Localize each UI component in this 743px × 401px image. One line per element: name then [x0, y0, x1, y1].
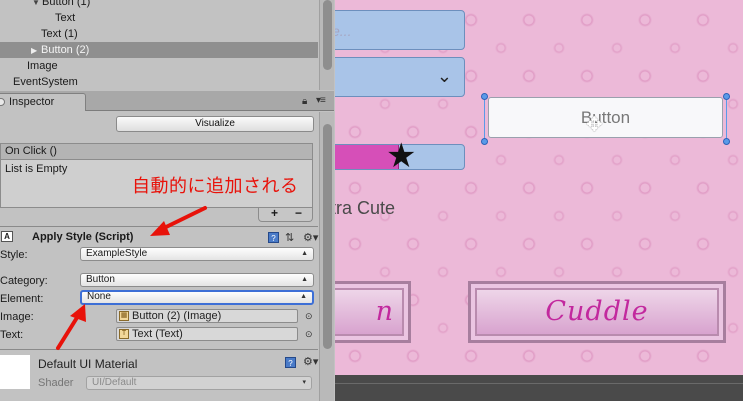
dropdown-arrow-icon: ▲ — [301, 276, 308, 283]
scene-bottom-bar — [335, 375, 743, 401]
gear-icon[interactable]: ⚙▾ — [303, 355, 318, 368]
list-add-remove: + − — [258, 206, 313, 222]
scene-input-field[interactable]: e... — [335, 10, 465, 50]
style-dropdown[interactable]: ExampleStyle ▲ — [80, 247, 314, 261]
inspector-scrollbar-thumb[interactable] — [323, 124, 332, 349]
shader-label: Shader — [38, 377, 74, 389]
info-icon — [0, 98, 5, 106]
style-label: Style: — [0, 249, 28, 261]
resize-handle-bottom-right[interactable] — [723, 138, 730, 145]
tab-menu-icon[interactable]: ▾≡ — [316, 95, 326, 106]
collapse-arrow-icon[interactable]: ▶ — [31, 43, 41, 59]
dropdown-arrow-icon: ▲ — [301, 250, 308, 257]
selection-outline-right — [726, 97, 727, 141]
hierarchy-item-eventsystem[interactable]: EventSystem — [0, 74, 318, 90]
move-cursor-icon: ✥ — [586, 114, 603, 136]
input-placeholder-text: e... — [335, 23, 352, 39]
element-label: Element: — [0, 293, 44, 305]
resize-handle-top-left[interactable] — [481, 93, 488, 100]
inspector-tabbar: Inspector 🔒︎ ▾≡ — [0, 91, 334, 111]
resize-handle-bottom-left[interactable] — [481, 138, 488, 145]
lock-icon[interactable]: 🔒︎ — [302, 96, 307, 107]
material-name: Default UI Material — [38, 357, 138, 371]
material-divider — [0, 349, 318, 350]
component-title: Apply Style (Script) — [32, 231, 134, 243]
material-preview — [0, 355, 30, 389]
text-component-icon: T — [119, 329, 129, 339]
hierarchy-item-button-2[interactable]: ▶ Button (2) — [0, 42, 318, 58]
scene-dropdown[interactable]: ⌄ — [335, 57, 465, 97]
cute-button-label: n — [375, 296, 394, 327]
annotation-text: 自動的に追加される — [132, 176, 299, 196]
help-icon[interactable]: ? — [268, 232, 279, 243]
editor-left-panel: ▼ Button (1) Text Text (1) ▶ Button (2) Im… — [0, 0, 334, 401]
visualize-button[interactable]: Visualize — [116, 116, 314, 132]
text-label: Text: — [0, 329, 24, 341]
image-label: Image: — [0, 311, 34, 323]
scene-cute-button-left[interactable]: n — [335, 281, 411, 343]
object-picker-icon[interactable]: ⊙ — [305, 329, 313, 340]
preset-icon[interactable]: ⇅ — [285, 231, 294, 244]
unity-editor-window: ▼ Button (1) Text Text (1) ▶ Button (2) Im… — [0, 0, 743, 401]
scene-bottom-divider — [335, 383, 743, 384]
resize-handle-top-right[interactable] — [723, 93, 730, 100]
text-object-field[interactable]: T Text (Text) — [116, 327, 298, 341]
add-listener-button[interactable]: + — [271, 206, 278, 220]
selection-outline-left — [484, 97, 485, 141]
apply-style-component-header[interactable]: A Apply Style (Script) ? ⇅ ⚙▾ — [0, 227, 318, 247]
scene-selected-button[interactable]: Button — [488, 97, 723, 138]
category-label: Category: — [0, 275, 48, 287]
empty-list-text: List is Empty — [5, 163, 68, 175]
onclick-event-header: On Click () — [0, 143, 313, 160]
cuddle-button-label: Cuddle — [545, 296, 649, 327]
hierarchy-item-button-1[interactable]: ▼ Button (1) — [0, 0, 318, 10]
chevron-down-icon: ⌄ — [436, 66, 452, 86]
scene-cuddle-button[interactable]: Cuddle — [468, 281, 726, 343]
shader-dropdown[interactable]: UI/Default ▾ — [86, 376, 312, 390]
element-dropdown[interactable]: None ▲ — [80, 290, 314, 305]
toggle-label: tra Cute — [335, 198, 396, 218]
inspector-scrollbar[interactable] — [319, 112, 334, 401]
scene-slider[interactable]: ★ — [335, 139, 465, 173]
object-picker-icon[interactable]: ⊙ — [305, 311, 313, 322]
hierarchy-item-text[interactable]: Text — [0, 10, 318, 26]
image-object-field[interactable]: ▦ Button (2) (Image) — [116, 309, 298, 323]
tab-inspector[interactable]: Inspector — [0, 93, 86, 111]
script-icon: A — [1, 231, 13, 242]
gear-icon[interactable]: ⚙▾ — [303, 231, 318, 244]
star-handle-icon[interactable]: ★ — [386, 139, 416, 173]
category-dropdown[interactable]: Button ▲ — [80, 273, 314, 287]
scene-view[interactable]: e... ⌄ ★ tra Cute Button ✥ n Cuddle — [335, 0, 743, 375]
hierarchy-scrollbar[interactable] — [319, 0, 334, 90]
remove-listener-button[interactable]: − — [295, 206, 302, 220]
hierarchy-item-text-1[interactable]: Text (1) — [0, 26, 318, 42]
hierarchy-item-image[interactable]: Image — [0, 58, 318, 74]
image-component-icon: ▦ — [119, 311, 129, 321]
dropdown-arrow-icon: ▾ — [302, 379, 306, 386]
help-icon[interactable]: ? — [285, 357, 296, 368]
dropdown-arrow-icon: ▲ — [300, 293, 307, 300]
hierarchy-scrollbar-thumb[interactable] — [323, 0, 332, 70]
